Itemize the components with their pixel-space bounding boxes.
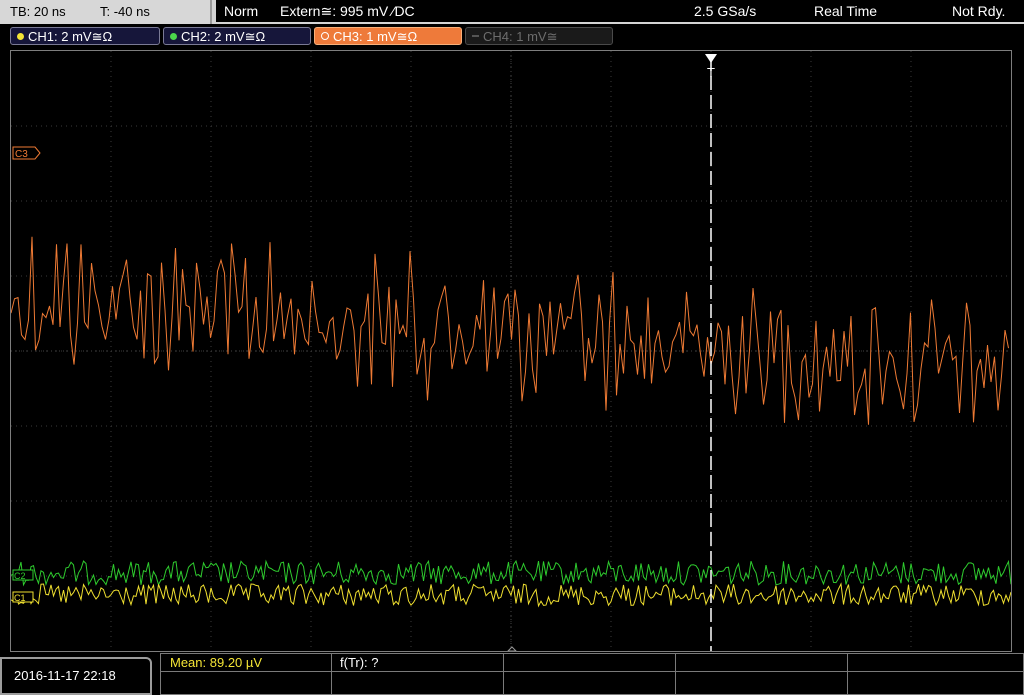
measurement-cell bbox=[676, 653, 848, 672]
ch2-marker-label: C2 bbox=[14, 571, 26, 581]
acquisition-mode[interactable]: Real Time bbox=[814, 0, 877, 22]
channel-4-button[interactable]: CH4: 1 mV≅ bbox=[465, 27, 613, 45]
channel-3-label: CH3: 1 mV≅Ω bbox=[333, 29, 418, 44]
datetime-box: 2016-11-17 22:18 bbox=[0, 657, 152, 695]
grid bbox=[11, 51, 1011, 651]
channel-2-dot-icon bbox=[170, 33, 177, 40]
trigger-marker: T bbox=[707, 65, 715, 80]
mean-measurement: Mean: 89.20 µV bbox=[170, 655, 263, 670]
acquisition-status-strip: Norm Extern≅: 995 mV ⁄DC 2.5 GSa/s Real … bbox=[216, 0, 1024, 22]
channel-3-dot-icon bbox=[321, 32, 329, 40]
waveform-display[interactable]: T C3 C2 C1 bbox=[10, 50, 1012, 652]
datetime: 2016-11-17 22:18 bbox=[14, 668, 116, 683]
ch3-marker-label: C3 bbox=[15, 149, 28, 160]
center-arrow-icon bbox=[507, 646, 517, 651]
ch1-offset-marker[interactable]: C1 bbox=[12, 591, 34, 603]
channel-2-label: CH2: 2 mV≅Ω bbox=[181, 29, 266, 44]
measurement-cell bbox=[676, 672, 848, 695]
channel-1-dot-icon bbox=[17, 33, 24, 40]
trigger-frequency-measurement: f(Tr): ? bbox=[340, 655, 379, 670]
channel-2-button[interactable]: CH2: 2 mV≅Ω bbox=[163, 27, 311, 45]
ch2-waveform bbox=[11, 559, 1011, 587]
ch3-waveform bbox=[11, 236, 1009, 425]
sample-rate[interactable]: 2.5 GSa/s bbox=[694, 0, 756, 22]
ch3-offset-marker[interactable]: C3 bbox=[12, 146, 41, 160]
timebase-box[interactable]: TB: 20 ns T: -40 ns bbox=[0, 0, 212, 24]
timebase-value: TB: 20 ns bbox=[10, 4, 66, 19]
channel-1-button[interactable]: CH1: 2 mV≅Ω bbox=[10, 27, 160, 45]
channel-4-dash-icon bbox=[472, 35, 479, 37]
waveform-svg: T C3 C2 C1 bbox=[11, 51, 1011, 651]
measurement-cell bbox=[332, 672, 504, 695]
ch2-offset-marker[interactable]: C2 bbox=[12, 569, 34, 581]
measurement-cell bbox=[160, 672, 332, 695]
trigger-time-value: T: -40 ns bbox=[100, 4, 150, 19]
trigger-mode[interactable]: Norm bbox=[224, 0, 258, 22]
trigger-arrow-icon bbox=[705, 54, 717, 63]
measurement-cell bbox=[504, 672, 676, 695]
measurement-cell bbox=[504, 653, 676, 672]
bottom-bar: 2016-11-17 22:18 Mean: 89.20 µV f(Tr): ? bbox=[0, 653, 1024, 695]
run-status: Not Rdy. bbox=[952, 3, 1006, 19]
measurement-cell bbox=[848, 653, 1024, 672]
channel-bar: CH1: 2 mV≅Ω CH2: 2 mV≅Ω CH3: 1 mV≅Ω CH4:… bbox=[0, 24, 1024, 50]
channel-3-button[interactable]: CH3: 1 mV≅Ω bbox=[314, 27, 462, 45]
measurement-cell bbox=[848, 672, 1024, 695]
measurement-table[interactable]: Mean: 89.20 µV f(Tr): ? bbox=[160, 653, 1024, 695]
trigger-source[interactable]: Extern≅: 995 mV ⁄DC bbox=[280, 0, 415, 22]
top-status-bar: TB: 20 ns T: -40 ns Norm Extern≅: 995 mV… bbox=[0, 0, 1024, 24]
ch1-marker-label: C1 bbox=[14, 593, 26, 603]
channel-1-label: CH1: 2 mV≅Ω bbox=[28, 29, 113, 44]
channel-4-label: CH4: 1 mV≅ bbox=[483, 29, 558, 44]
